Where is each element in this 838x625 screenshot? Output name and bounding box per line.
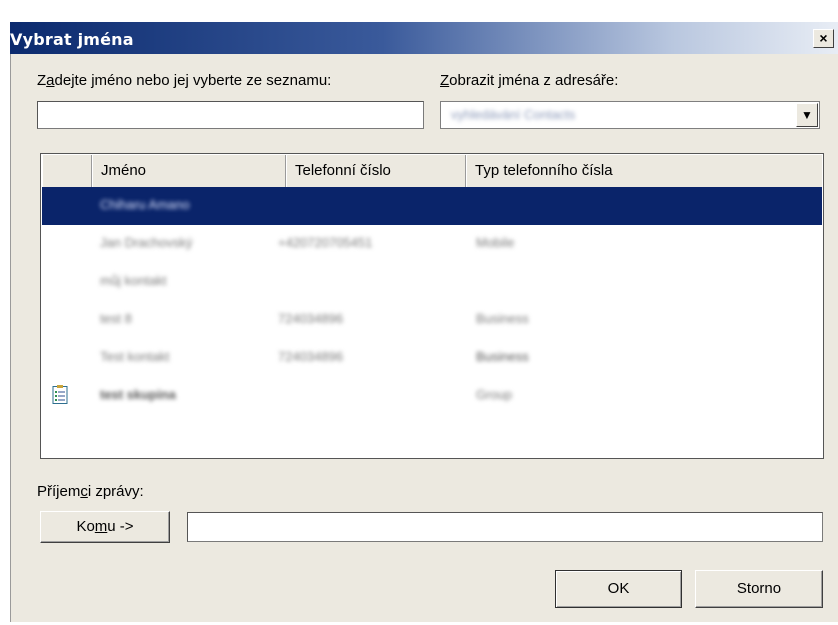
list-item[interactable]: test 8 724034896 Business bbox=[42, 301, 822, 339]
ok-button[interactable]: OK bbox=[555, 570, 682, 608]
search-label: Zadejte jméno nebo jej vyberte ze seznam… bbox=[37, 72, 332, 89]
cancel-button[interactable]: Storno bbox=[695, 570, 823, 608]
search-input[interactable] bbox=[37, 101, 424, 129]
column-header-name[interactable]: Jméno bbox=[92, 155, 286, 187]
contact-phone: 724034896 bbox=[278, 349, 344, 364]
contact-phone-type: Mobile bbox=[476, 235, 515, 250]
chevron-down-icon[interactable]: ▼ bbox=[796, 103, 818, 127]
list-item[interactable]: Chiharu Amano bbox=[42, 187, 822, 225]
list-item[interactable]: test skupina Group bbox=[42, 377, 822, 415]
group-icon bbox=[52, 385, 68, 404]
column-header-icon[interactable] bbox=[42, 155, 92, 187]
contact-name: Chiharu Amano bbox=[100, 197, 190, 212]
addressbook-dropdown[interactable]: vyhledávání Contacts ▼ bbox=[440, 101, 820, 129]
to-input[interactable] bbox=[187, 512, 823, 542]
contact-name: test skupina bbox=[100, 387, 176, 402]
contact-name: test 8 bbox=[100, 311, 132, 326]
list-header: Jméno Telefonní číslo Typ telefonního čí… bbox=[42, 155, 822, 188]
addressbook-selected: vyhledávání Contacts bbox=[451, 107, 576, 122]
close-button[interactable]: × bbox=[813, 29, 834, 48]
contact-phone: 724034896 bbox=[278, 311, 344, 326]
contact-name: Jan Drachovský bbox=[100, 235, 193, 250]
contact-phone-type: Business bbox=[476, 349, 529, 364]
close-icon: × bbox=[819, 30, 828, 46]
to-button[interactable]: Komu -> bbox=[40, 511, 170, 543]
title-bar[interactable] bbox=[10, 22, 838, 54]
contact-name: můj kontakt bbox=[100, 273, 167, 288]
column-header-phone-type[interactable]: Typ telefonního čísla bbox=[466, 155, 822, 187]
contact-phone: +420720705451 bbox=[278, 235, 373, 250]
list-item[interactable]: Jan Drachovský +420720705451 Mobile bbox=[42, 225, 822, 263]
recipients-label: Příjemci zprávy: bbox=[37, 483, 144, 500]
addressbook-label: Zobrazit jména z adresáře: bbox=[440, 72, 619, 89]
contact-phone-type: Group bbox=[476, 387, 513, 402]
column-header-phone[interactable]: Telefonní číslo bbox=[286, 155, 466, 187]
contact-phone-type: Business bbox=[476, 311, 529, 326]
dialog-title: Vybrat jména bbox=[10, 30, 134, 49]
list-item[interactable]: Test kontakt 724034896 Business bbox=[42, 339, 822, 377]
list-item[interactable]: můj kontakt bbox=[42, 263, 822, 301]
contact-name: Test kontakt bbox=[100, 349, 170, 364]
names-list[interactable]: Jméno Telefonní číslo Typ telefonního čí… bbox=[40, 153, 824, 459]
